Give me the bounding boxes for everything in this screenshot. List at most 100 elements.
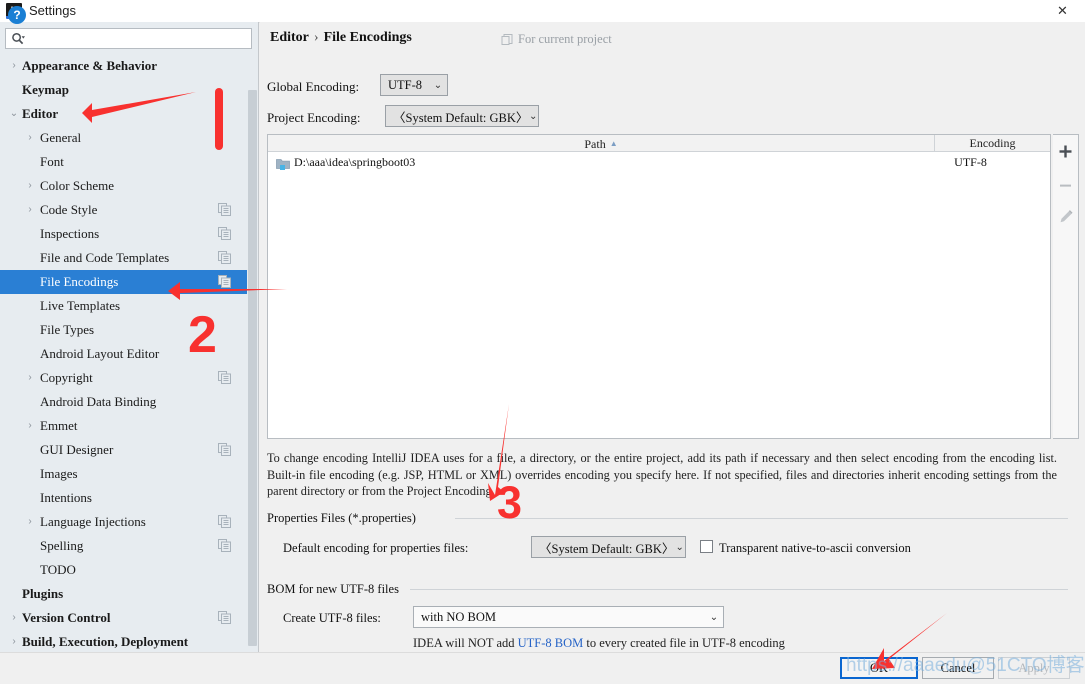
sidebar-item-todo[interactable]: TODO — [0, 558, 247, 582]
settings-tree[interactable]: › Appearance & Behavior Keymap ⌄ Editor › Gene… — [0, 54, 247, 650]
chevron-right-icon[interactable]: › — [24, 198, 36, 222]
sidebar-item-intentions[interactable]: Intentions — [0, 486, 247, 510]
properties-default-encoding-select[interactable]: 〈System Default: GBK〉 ⌄ — [531, 536, 686, 558]
sidebar-item-plugins[interactable]: Plugins — [0, 582, 247, 606]
sidebar-item-label: Android Layout Editor — [40, 346, 160, 361]
chevron-right-icon[interactable]: › — [24, 126, 36, 150]
sidebar-item-label: GUI Designer — [40, 442, 114, 457]
column-header-encoding[interactable]: Encoding — [935, 135, 1050, 151]
chevron-right-icon[interactable]: › — [24, 366, 36, 390]
sidebar-item-emmet[interactable]: › Emmet — [0, 414, 247, 438]
sidebar-item-language-injections[interactable]: › Language Injections — [0, 510, 247, 534]
copy-settings-icon[interactable] — [218, 539, 231, 552]
sidebar-item-android-data-binding[interactable]: Android Data Binding — [0, 390, 247, 414]
copy-settings-icon[interactable] — [218, 251, 231, 264]
sidebar-item-label: Emmet — [40, 418, 78, 433]
table-cell-path-label: D:\aaa\idea\springboot03 — [294, 154, 416, 169]
copy-settings-icon[interactable] — [218, 371, 231, 384]
sidebar-item-font[interactable]: Font — [0, 150, 247, 174]
sidebar-item-inspections[interactable]: Inspections — [0, 222, 247, 246]
table-toolbar — [1053, 134, 1079, 439]
sidebar-scrollbar-thumb[interactable] — [248, 90, 257, 646]
sidebar-item-label: Android Data Binding — [40, 394, 157, 409]
sidebar-item-label: Language Injections — [40, 514, 146, 529]
sidebar-item-file-encodings[interactable]: File Encodings — [0, 270, 247, 294]
copy-settings-icon[interactable] — [218, 611, 231, 624]
properties-group-divider — [455, 518, 1068, 519]
sidebar-item-label: Build, Execution, Deployment — [22, 634, 189, 649]
global-encoding-select[interactable]: UTF-8 ⌄ — [380, 74, 448, 96]
sort-ascending-icon: ▲ — [609, 139, 618, 148]
sidebar-item-editor[interactable]: ⌄ Editor — [0, 102, 247, 126]
sidebar-scrollbar-track[interactable] — [247, 54, 258, 650]
sidebar-item-build-execution-deployment[interactable]: › Build, Execution, Deployment — [0, 630, 247, 650]
sidebar-item-spelling[interactable]: Spelling — [0, 534, 247, 558]
apply-button[interactable]: Apply — [998, 657, 1070, 679]
add-path-button[interactable] — [1053, 137, 1078, 165]
copy-settings-icon[interactable] — [218, 203, 231, 216]
copy-settings-icon[interactable] — [218, 275, 231, 288]
project-scope-icon — [501, 34, 513, 45]
sidebar-item-live-templates[interactable]: Live Templates — [0, 294, 247, 318]
column-header-path[interactable]: Path ▲ — [268, 135, 935, 151]
table-row[interactable]: D:\aaa\idea\springboot03 UTF-8 — [268, 152, 1050, 172]
chevron-right-icon[interactable]: › — [24, 510, 36, 534]
sidebar-item-file-and-code-templates[interactable]: File and Code Templates — [0, 246, 247, 270]
transparent-native-to-ascii-checkbox[interactable] — [700, 540, 713, 553]
edit-path-button[interactable] — [1053, 203, 1078, 231]
chevron-right-icon[interactable]: › — [24, 414, 36, 438]
minus-icon — [1060, 184, 1071, 187]
sidebar-item-images[interactable]: Images — [0, 462, 247, 486]
chevron-right-icon[interactable]: › — [8, 606, 20, 630]
bom-hint-suffix: to every created file in UTF-8 encoding — [583, 636, 785, 650]
scope-note-label: For current project — [518, 32, 612, 46]
breadcrumb: Editor › File Encodings — [270, 30, 412, 46]
sidebar-item-general[interactable]: › General — [0, 126, 247, 150]
bom-group-divider — [410, 589, 1068, 590]
chevron-right-icon[interactable]: › — [24, 174, 36, 198]
ok-button[interactable]: OK — [840, 657, 918, 679]
sidebar-item-keymap[interactable]: Keymap — [0, 78, 247, 102]
pencil-icon — [1060, 210, 1073, 223]
chevron-right-icon[interactable]: › — [8, 630, 20, 650]
sidebar-item-label: Version Control — [22, 610, 111, 625]
sidebar-item-appearance-behavior[interactable]: › Appearance & Behavior — [0, 54, 247, 78]
sidebar-item-label: Live Templates — [40, 298, 121, 313]
sidebar-item-label: Editor — [22, 106, 59, 121]
search-icon — [12, 32, 25, 45]
sidebar-item-label: Color Scheme — [40, 178, 115, 193]
bom-group-title: BOM for new UTF-8 files — [267, 582, 405, 597]
copy-settings-icon[interactable] — [218, 227, 231, 240]
sidebar-item-label: Font — [40, 154, 64, 169]
encodings-table[interactable]: Path ▲ Encoding D:\aaa\idea\springboot03 … — [267, 134, 1051, 439]
cancel-button[interactable]: Cancel — [922, 657, 994, 679]
copy-settings-icon[interactable] — [218, 515, 231, 528]
sidebar-item-label: Code Style — [40, 202, 98, 217]
bom-hint: IDEA will NOT add UTF-8 BOM to every cre… — [413, 636, 785, 651]
sidebar-item-label: File and Code Templates — [40, 250, 170, 265]
chevron-down-icon[interactable]: ⌄ — [8, 102, 20, 126]
sidebar-item-gui-designer[interactable]: GUI Designer — [0, 438, 247, 462]
search-input[interactable] — [32, 31, 251, 49]
title-bar: IJ Settings ✕ — [0, 0, 1085, 23]
chevron-right-icon[interactable]: › — [8, 54, 20, 78]
sidebar-item-color-scheme[interactable]: › Color Scheme — [0, 174, 247, 198]
global-encoding-value: UTF-8 — [388, 77, 423, 92]
global-encoding-label: Global Encoding: — [267, 79, 360, 94]
sidebar-item-file-types[interactable]: File Types — [0, 318, 247, 342]
create-utf8-files-select[interactable]: with NO BOM ⌄ — [413, 606, 724, 628]
sidebar-item-copyright[interactable]: › Copyright — [0, 366, 247, 390]
copy-settings-icon[interactable] — [218, 443, 231, 456]
close-icon[interactable]: ✕ — [1040, 0, 1085, 22]
sidebar-item-label: TODO — [40, 562, 76, 577]
sidebar-item-android-layout-editor[interactable]: Android Layout Editor — [0, 342, 247, 366]
help-icon[interactable]: ? — [8, 6, 26, 24]
sidebar-item-code-style[interactable]: › Code Style — [0, 198, 247, 222]
chevron-down-icon: ⌄ — [709, 611, 719, 623]
sidebar-item-version-control[interactable]: › Version Control — [0, 606, 247, 630]
chevron-down-icon: ⌄ — [433, 79, 443, 91]
breadcrumb-parent[interactable]: Editor — [270, 30, 309, 45]
project-encoding-select[interactable]: 〈System Default: GBK〉 ⌄ — [385, 105, 539, 127]
search-box[interactable] — [5, 28, 252, 49]
remove-path-button[interactable] — [1053, 171, 1078, 199]
